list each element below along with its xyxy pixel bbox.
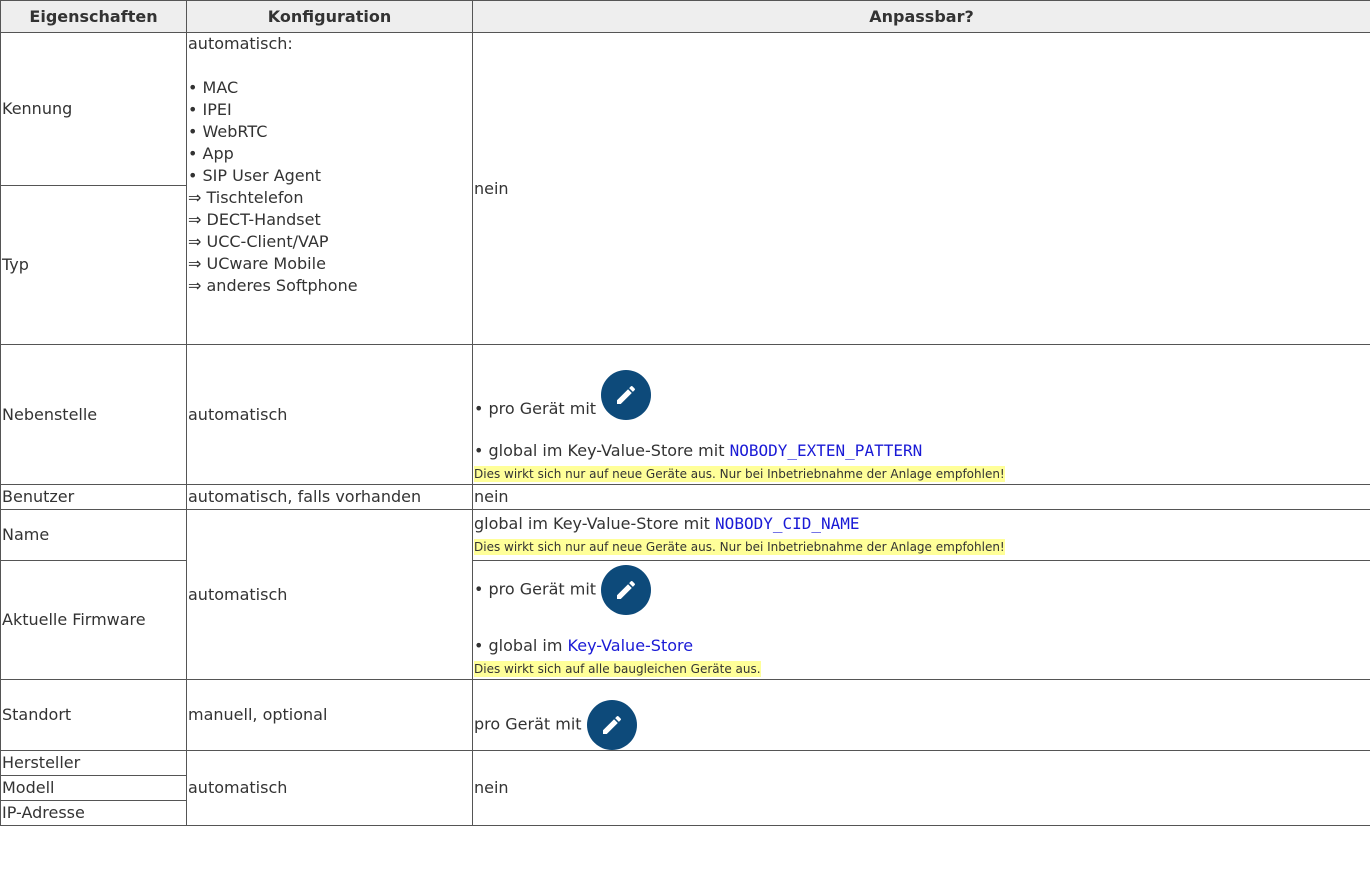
table-row: Name automatisch global im Key-Value-Sto… <box>0 509 1370 680</box>
config-list: • MAC • IPEI • WebRTC • App • SIP User A… <box>188 77 471 297</box>
cell-standort-label: Standort <box>0 679 187 751</box>
pencil-edit-icon[interactable] <box>586 700 637 750</box>
cell-benutzer-anpassbar: nein <box>472 484 1370 510</box>
cell-hw-anpassbar: nein <box>472 750 1370 826</box>
list-item: ⇒ Tischtelefon <box>188 188 304 207</box>
cell-firmware-label: Aktuelle Firmware <box>0 560 187 680</box>
firmware-line1: • pro Gerät mit <box>474 565 1369 615</box>
name-line1: global im Key-Value-Store mit NOBODY_CID… <box>474 513 1369 535</box>
name-note: Dies wirkt sich nur auf neue Geräte aus.… <box>474 539 1005 555</box>
cell-standort-config: manuell, optional <box>186 679 473 751</box>
cell-kennung-label: Kennung <box>0 32 187 186</box>
key-value-store-link[interactable]: Key-Value-Store <box>568 636 694 655</box>
cell-hersteller-label: Hersteller <box>0 750 187 776</box>
list-item: • IPEI <box>188 100 232 119</box>
nobody-cid-name-link[interactable]: NOBODY_CID_NAME <box>715 514 860 533</box>
table-row: Kennung automatisch: • MAC • IPEI • WebR… <box>0 32 1370 345</box>
firmware-note: Dies wirkt sich auf alle baugleichen Ger… <box>474 661 761 677</box>
cell-name-firmware-config: automatisch <box>186 509 473 680</box>
firmware-line2: • global im Key-Value-Store <box>474 635 1369 657</box>
cell-nebenstelle-config: automatisch <box>186 344 473 485</box>
list-item: • WebRTC <box>188 122 268 141</box>
pencil-edit-icon[interactable] <box>601 565 652 615</box>
cell-typ-label: Typ <box>0 185 187 345</box>
cell-standort-anpassbar: pro Gerät mit <box>472 679 1370 751</box>
nebenstelle-line2: • global im Key-Value-Store mit NOBODY_E… <box>474 440 1369 462</box>
header-anpassbar: Anpassbar? <box>472 0 1370 33</box>
cell-name-label: Name <box>0 509 187 561</box>
nebenstelle-line1: • pro Gerät mit <box>474 369 1369 420</box>
cell-kennung-typ-config: automatisch: • MAC • IPEI • WebRTC • App… <box>186 32 473 345</box>
cell-firmware-anpassbar: • pro Gerät mit • global im Key-Value-St… <box>472 560 1370 680</box>
list-item: ⇒ DECT-Handset <box>188 210 321 229</box>
firmware-line1-text: • pro Gerät mit <box>474 579 597 599</box>
cell-benutzer-config: automatisch, falls vorhanden <box>186 484 473 510</box>
standort-line1-text: pro Gerät mit <box>474 714 582 734</box>
table-row: Benutzer automatisch, falls vorhanden ne… <box>0 484 1370 510</box>
firmware-line2-text: • global im <box>474 636 563 655</box>
nebenstelle-line2-text: • global im Key-Value-Store mit <box>474 441 725 460</box>
table-header-row: Eigenschaften Konfiguration Anpassbar? <box>0 0 1370 33</box>
header-konfiguration: Konfiguration <box>186 0 473 33</box>
cell-hw-config: automatisch <box>186 750 473 826</box>
list-item: ⇒ UCC-Client/VAP <box>188 232 329 251</box>
cell-modell-label: Modell <box>0 775 187 801</box>
list-item: ⇒ UCware Mobile <box>188 254 326 273</box>
device-properties-table: Eigenschaften Konfiguration Anpassbar? K… <box>0 0 1370 826</box>
table-row: Nebenstelle automatisch • pro Gerät mit … <box>0 344 1370 485</box>
pencil-edit-icon[interactable] <box>601 369 652 420</box>
list-item: • MAC <box>188 78 239 97</box>
config-intro: automatisch: <box>188 34 293 53</box>
cell-nebenstelle-label: Nebenstelle <box>0 344 187 485</box>
cell-kennung-typ-anpassbar: nein <box>472 32 1370 345</box>
cell-ip-label: IP-Adresse <box>0 800 187 826</box>
header-eigenschaften: Eigenschaften <box>0 0 187 33</box>
cell-benutzer-label: Benutzer <box>0 484 187 510</box>
cell-nebenstelle-anpassbar: • pro Gerät mit • global im Key-Value-St… <box>472 344 1370 485</box>
table-row: Standort manuell, optional pro Gerät mit <box>0 679 1370 751</box>
cell-name-anpassbar: global im Key-Value-Store mit NOBODY_CID… <box>472 509 1370 561</box>
table-row: Hersteller automatisch nein <box>0 750 1370 826</box>
list-item: • SIP User Agent <box>188 166 322 185</box>
list-item: ⇒ anderes Softphone <box>188 276 358 295</box>
nobody-exten-pattern-link[interactable]: NOBODY_EXTEN_PATTERN <box>730 441 923 460</box>
list-item: • App <box>188 144 234 163</box>
nebenstelle-line1-text: • pro Gerät mit <box>474 399 597 418</box>
name-line1-text: global im Key-Value-Store mit <box>474 514 710 533</box>
nebenstelle-note: Dies wirkt sich nur auf neue Geräte aus.… <box>474 466 1005 482</box>
